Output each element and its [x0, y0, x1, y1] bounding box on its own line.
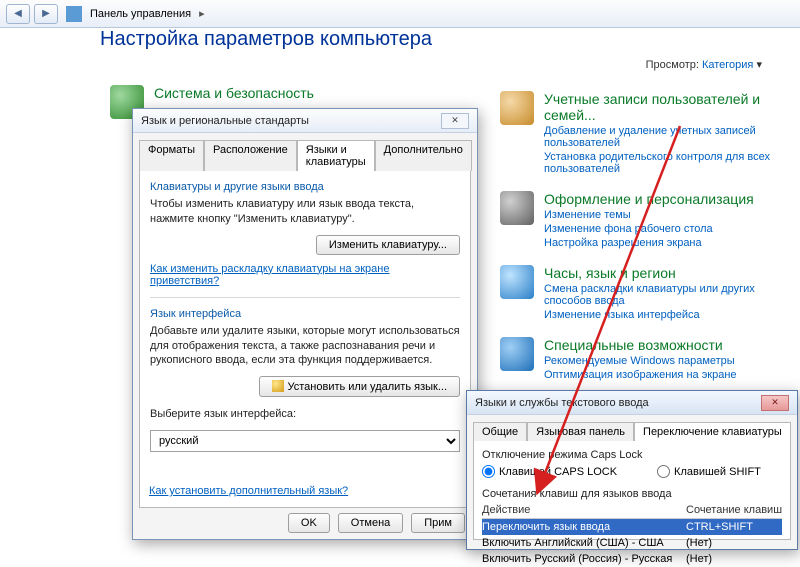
tab-formats[interactable]: Форматы [139, 140, 204, 171]
tab-location[interactable]: Расположение [204, 140, 297, 171]
control-panel-icon [66, 6, 82, 22]
dialog-actions: OK Отмена Прим [133, 513, 477, 533]
back-button[interactable]: ◀ [6, 4, 30, 24]
radio-shift[interactable]: Клавишей SHIFT [657, 465, 761, 478]
table-row[interactable]: Переключить язык вводаCTRL+SHIFT [482, 519, 782, 535]
interface-language-select[interactable]: русский [150, 430, 460, 452]
category-title[interactable]: Оформление и персонализация [544, 191, 754, 207]
category-title[interactable]: Специальные возможности [544, 337, 737, 353]
group-interface-text: Добавьте или удалите языки, которые могу… [150, 324, 460, 369]
appearance-icon [500, 191, 534, 225]
radio-capslock[interactable]: Клавишей CAPS LOCK [482, 465, 617, 478]
page-title: Настройка параметров компьютера [0, 28, 800, 51]
sublink[interactable]: Настройка разрешения экрана [544, 237, 754, 249]
view-by: Просмотр: Категория ▾ [646, 58, 762, 71]
sublink[interactable]: Рекомендуемые Windows параметры [544, 355, 737, 367]
category-users[interactable]: Учетные записи пользователей и семей... … [500, 91, 770, 175]
col-shortcut: Сочетание клавиш [686, 504, 782, 516]
tab-languages-keyboards[interactable]: Языки и клавиатуры [297, 140, 375, 171]
install-language-button[interactable]: Установить или удалить язык... [259, 376, 461, 397]
group-keyboards-text: Чтобы изменить клавиатуру или язык ввода… [150, 197, 460, 227]
sublink[interactable]: Изменение фона рабочего стола [544, 223, 754, 235]
col-action: Действие [482, 504, 686, 516]
view-value[interactable]: Категория [702, 59, 753, 71]
dialog-title-text: Языки и службы текстового ввода [475, 397, 649, 409]
forward-button[interactable]: ▶ [34, 4, 58, 24]
tab-switch-keyboard[interactable]: Переключение клавиатуры [634, 422, 791, 441]
sublink[interactable]: Изменение темы [544, 209, 754, 221]
category-title[interactable]: Система и безопасность [154, 85, 314, 101]
view-label: Просмотр: [646, 59, 699, 71]
welcome-screen-link[interactable]: Как изменить раскладку клавиатуры на экр… [150, 263, 389, 287]
group-interface-title: Язык интерфейса [150, 308, 460, 320]
tab-language-bar[interactable]: Языковая панель [527, 422, 634, 441]
category-appearance[interactable]: Оформление и персонализация Изменение те… [500, 191, 770, 249]
group-keyboards-title: Клавиатуры и другие языки ввода [150, 181, 460, 193]
install-extra-language-link[interactable]: Как установить дополнительный язык? [149, 485, 348, 497]
sublink[interactable]: Смена раскладки клавиатуры или других сп… [544, 283, 770, 307]
cancel-button[interactable]: Отмена [338, 513, 403, 533]
shortcuts-section-title: Сочетания клавиш для языков ввода [482, 488, 782, 500]
breadcrumb[interactable]: Панель управления [90, 8, 191, 20]
explorer-navbar: ◀ ▶ Панель управления ▸ [0, 0, 800, 28]
dialog-tabpage: Отключение режима Caps Lock Клавишей CAP… [473, 440, 791, 540]
category-title[interactable]: Учетные записи пользователей и семей... [544, 91, 770, 123]
accessibility-icon [500, 337, 534, 371]
apply-button[interactable]: Прим [411, 513, 465, 533]
dialog-titlebar[interactable]: Язык и региональные стандарты ✕ [133, 109, 477, 133]
shield-icon [272, 380, 284, 392]
dialog-region-language: Язык и региональные стандарты ✕ Форматы … [132, 108, 478, 540]
sublink[interactable]: Изменение языка интерфейса [544, 309, 770, 321]
category-clock-language[interactable]: Часы, язык и регион Смена раскладки клав… [500, 265, 770, 321]
dropdown-icon[interactable]: ▾ [756, 59, 762, 71]
table-row[interactable]: Включить Русский (Россия) - Русская(Нет) [482, 551, 782, 567]
table-row[interactable]: Включить Английский (США) - США(Нет) [482, 535, 782, 551]
sublink[interactable]: Оптимизация изображения на экране [544, 369, 737, 381]
dialog-tabpage: Клавиатуры и другие языки ввода Чтобы из… [139, 170, 471, 508]
category-title[interactable]: Часы, язык и регион [544, 265, 770, 281]
dialog-title-text: Язык и региональные стандарты [141, 115, 309, 127]
close-button[interactable]: ✕ [441, 113, 469, 129]
select-language-label: Выберите язык интерфейса: [150, 407, 460, 422]
change-keyboard-button[interactable]: Изменить клавиатуру... [316, 235, 460, 255]
dialog-tabs: Общие Языковая панель Переключение клави… [467, 415, 797, 440]
ok-button[interactable]: OK [288, 513, 330, 533]
dialog-titlebar[interactable]: Языки и службы текстового ввода ✕ [467, 391, 797, 415]
sublink[interactable]: Установка родительского контроля для все… [544, 151, 770, 175]
close-button[interactable]: ✕ [761, 395, 789, 411]
table-header: Действие Сочетание клавиш [482, 504, 782, 519]
tab-general[interactable]: Общие [473, 422, 527, 441]
dialog-tabs: Форматы Расположение Языки и клавиатуры … [133, 133, 477, 170]
tab-additional[interactable]: Дополнительно [375, 140, 472, 171]
users-icon [500, 91, 534, 125]
sublink[interactable]: Добавление и удаление учетных записей по… [544, 125, 770, 149]
dialog-text-services: Языки и службы текстового ввода ✕ Общие … [466, 390, 798, 550]
right-column: Учетные записи пользователей и семей... … [500, 91, 770, 397]
globe-icon [500, 265, 534, 299]
category-accessibility[interactable]: Специальные возможности Рекомендуемые Wi… [500, 337, 770, 381]
breadcrumb-arrow-icon: ▸ [199, 7, 205, 20]
capslock-section-title: Отключение режима Caps Lock [482, 449, 782, 461]
